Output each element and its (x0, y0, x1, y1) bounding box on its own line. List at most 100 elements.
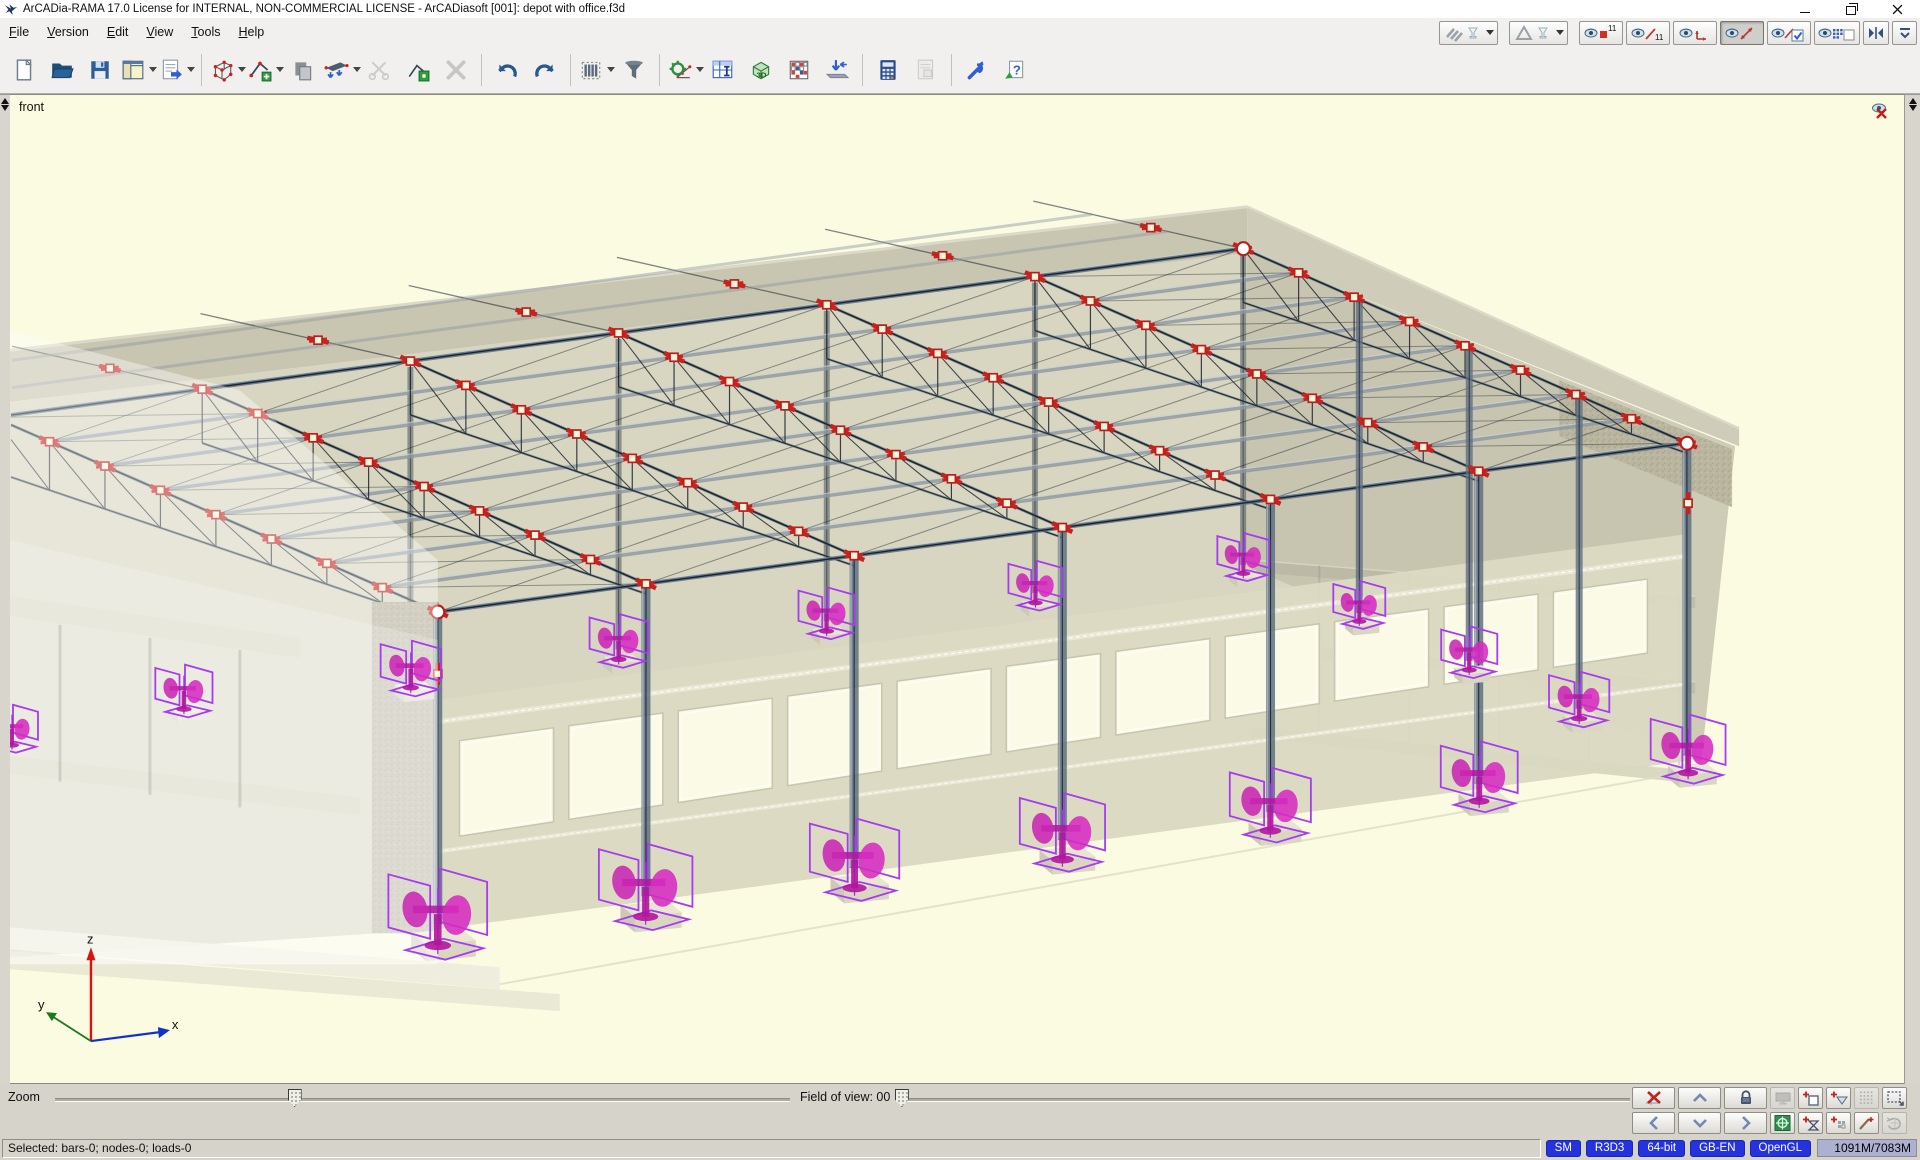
fov-slider-thumb[interactable] (895, 1089, 909, 1107)
workspace: front zyx (0, 94, 1920, 1084)
copy-button[interactable] (284, 50, 322, 90)
results-tables-button[interactable] (704, 50, 742, 90)
pan-left-button[interactable] (1632, 1112, 1675, 1134)
open-project-button[interactable] (43, 50, 81, 90)
menu-items: FileVersionEditViewToolsHelp (0, 22, 273, 42)
more-tools[interactable] (1892, 21, 1917, 45)
zoom-slider[interactable] (55, 1098, 790, 1102)
hide-view-icon[interactable] (1871, 102, 1891, 124)
show-node-numbers[interactable]: 11 (1579, 21, 1623, 45)
center-view-button[interactable] (1770, 1112, 1795, 1134)
menu-version[interactable]: Version (38, 22, 98, 42)
delete-button (437, 50, 475, 90)
draw-bar-button[interactable] (1854, 1112, 1879, 1134)
undo-button[interactable] (488, 50, 526, 90)
minimize-icon (1800, 11, 1810, 13)
window-controls (1782, 0, 1920, 18)
close-button[interactable] (1874, 0, 1920, 18)
menu-bar: FileVersionEditViewToolsHelp 11 11 (0, 18, 1920, 46)
delete-axes-button[interactable] (1632, 1087, 1675, 1109)
collapse-panel[interactable] (1863, 21, 1889, 45)
splitter-down-icon (1909, 105, 1917, 111)
show-bar-numbers[interactable]: 11 (1626, 21, 1670, 45)
status-badge-64-bit[interactable]: 64-bit (1638, 1140, 1685, 1157)
fov-slider[interactable] (896, 1098, 1630, 1102)
snap-grid-button (1854, 1087, 1879, 1109)
dropdown-arrow-icon (187, 67, 195, 72)
status-badges: SM R3D3 64-bit GB-EN OpenGL (1541, 1140, 1811, 1157)
calculator-button[interactable] (869, 50, 907, 90)
show-bars[interactable] (1767, 21, 1811, 45)
toolbar-separator (951, 54, 952, 86)
memory-usage: 1091M/7083M (1817, 1139, 1917, 1157)
svg-text:z: z (87, 931, 93, 946)
help-topics-button[interactable]: ? (996, 50, 1034, 90)
add-bar-button[interactable] (246, 50, 284, 90)
cut-button (361, 50, 399, 90)
splitter-down-icon (1, 105, 9, 111)
calculation-settings-button[interactable] (666, 50, 704, 90)
left-splitter[interactable] (0, 94, 10, 1084)
status-badge-opengl[interactable]: OpenGL (1750, 1140, 1811, 1157)
pan-down-button[interactable] (1678, 1112, 1721, 1134)
title-bar: ArCADia-RAMA 17.0 License for INTERNAL, … (0, 0, 1920, 18)
restore-button[interactable] (1828, 0, 1874, 18)
minimize-button[interactable] (1782, 0, 1828, 18)
hidden-lines-mode[interactable] (1439, 21, 1498, 45)
save-project-button[interactable] (81, 50, 119, 90)
section-selection-button[interactable] (577, 50, 615, 90)
zoom-window-button[interactable] (1882, 1087, 1907, 1109)
print-report-button[interactable] (157, 50, 195, 90)
move-structure-button[interactable] (322, 50, 361, 90)
filter-button[interactable] (615, 50, 653, 90)
select-add-node-button[interactable] (1798, 1087, 1823, 1109)
menu-tools[interactable]: Tools (182, 22, 229, 42)
grid-settings-button[interactable] (1826, 1112, 1851, 1134)
zoom-slider-thumb[interactable] (288, 1089, 302, 1107)
toolbar-separator (862, 54, 863, 86)
view-3d-button[interactable]: 3D (742, 50, 780, 90)
menu-file[interactable]: File (0, 22, 38, 42)
menu-view[interactable]: View (137, 22, 182, 42)
scene-3d-model[interactable]: zyx (10, 95, 1904, 1083)
dropdown-arrow-icon (696, 67, 704, 72)
dropdown-arrow-icon (1556, 30, 1564, 35)
model-viewport[interactable]: front zyx (10, 94, 1904, 1084)
new-frame-3d-button[interactable] (208, 50, 246, 90)
pan-up-button[interactable] (1678, 1087, 1721, 1109)
show-local-axes[interactable] (1673, 21, 1717, 45)
menu-edit[interactable]: Edit (98, 22, 138, 42)
lock-view-button[interactable] (1724, 1087, 1767, 1109)
options-wrench-button[interactable] (958, 50, 996, 90)
shading-mode[interactable] (1509, 21, 1568, 45)
loads-button[interactable] (818, 50, 856, 90)
svg-text:?: ? (1013, 62, 1021, 77)
select-add-load-button[interactable] (1798, 1112, 1823, 1134)
redo-button[interactable] (526, 50, 564, 90)
bottom-bar: Zoom Field of view: 00 (0, 1084, 1920, 1136)
status-badge-sm[interactable]: SM (1546, 1140, 1581, 1157)
show-grid[interactable] (1814, 21, 1860, 45)
window-title: ArCADia-RAMA 17.0 License for INTERNAL, … (23, 3, 625, 15)
view-display-toolbar: 11 11 (1439, 20, 1917, 45)
toolbar-separator (201, 54, 202, 86)
splitter-up-icon (1, 98, 9, 104)
dropdown-arrow-icon (238, 67, 246, 72)
right-splitter[interactable] (1904, 94, 1920, 1084)
report-button (907, 50, 945, 90)
new-model-button[interactable] (5, 50, 43, 90)
menu-help[interactable]: Help (229, 22, 273, 42)
project-manager-button[interactable] (119, 50, 157, 90)
svg-text:x: x (172, 1017, 179, 1032)
status-badge-r3d3[interactable]: R3D3 (1586, 1140, 1633, 1157)
show-dimensions[interactable] (1720, 21, 1764, 45)
pan-right-button[interactable] (1724, 1112, 1767, 1134)
select-add-support-button[interactable] (1826, 1087, 1851, 1109)
svg-text:11: 11 (1655, 33, 1664, 42)
add-node-button[interactable] (399, 50, 437, 90)
fit-to-screen-button (1770, 1087, 1795, 1109)
restore-icon (1846, 6, 1856, 15)
svg-text:3D: 3D (757, 70, 767, 79)
status-badge-gb-en[interactable]: GB-EN (1690, 1140, 1744, 1157)
stiffness-matrix-button[interactable] (780, 50, 818, 90)
